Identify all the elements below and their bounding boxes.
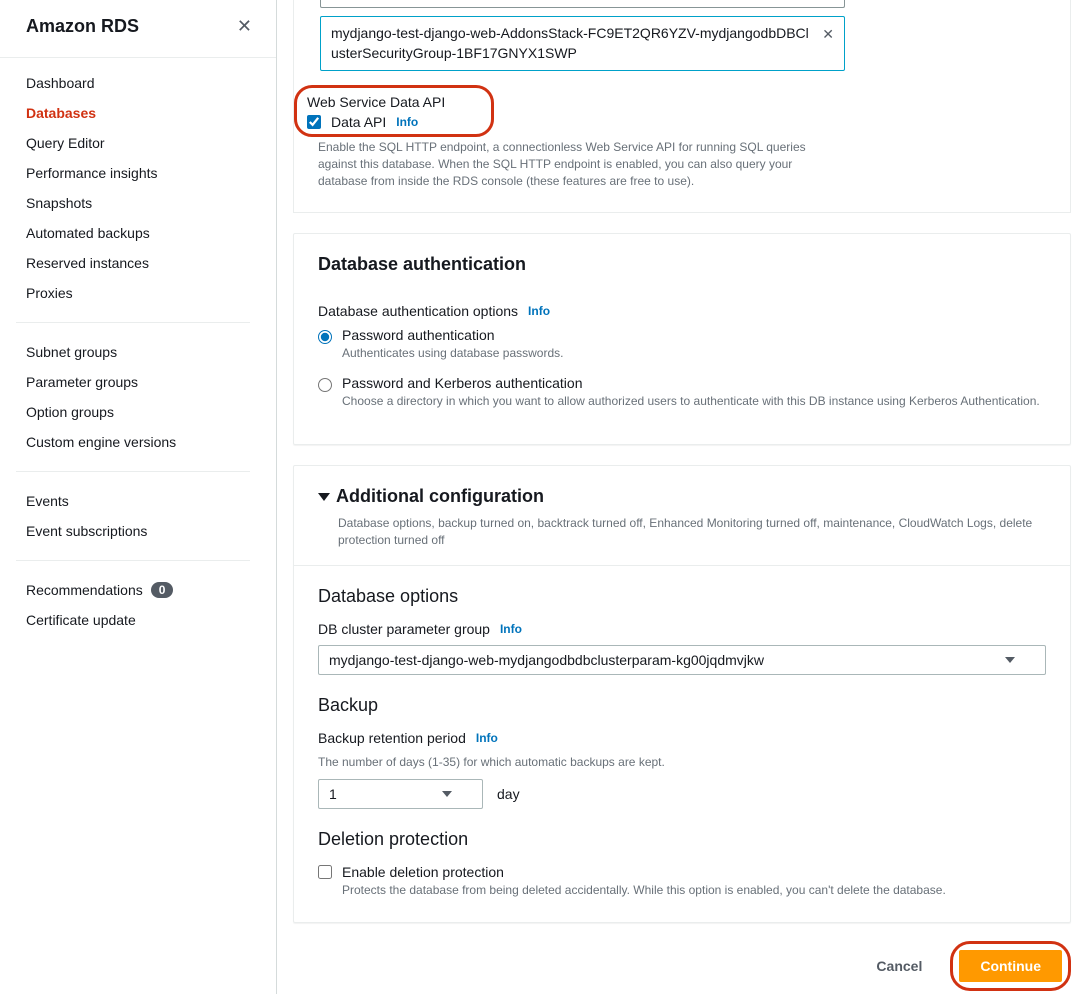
radio-password-auth[interactable] — [318, 330, 332, 344]
divider — [16, 560, 250, 561]
backup-subsection: Backup Backup retention period Info The … — [294, 685, 1070, 819]
highlight-continue: Continue — [950, 941, 1071, 991]
security-group-chip[interactable]: mydjango-test-django-web-AddonsStack-FC9… — [320, 16, 845, 71]
security-group-chip-text: mydjango-test-django-web-AddonsStack-FC9… — [331, 25, 809, 61]
chevron-down-icon — [442, 791, 452, 797]
continue-button[interactable]: Continue — [959, 950, 1062, 982]
sidebar-item-reserved-instances[interactable]: Reserved instances — [0, 248, 276, 278]
data-api-block: Web Service Data API Data API Info Enabl… — [294, 85, 814, 189]
option-body: Password and Kerberos authentication Cho… — [342, 375, 1046, 410]
pg-label-row: DB cluster parameter group Info — [318, 621, 1046, 637]
sidebar-item-event-subscriptions[interactable]: Event subscriptions — [0, 516, 276, 546]
auth-options-label: Database authentication options — [318, 303, 518, 319]
sidebar-nav: Dashboard Databases Query Editor Perform… — [0, 58, 276, 635]
database-options-subsection: Database options DB cluster parameter gr… — [294, 566, 1070, 685]
deletion-checkbox-row: Enable deletion protection — [318, 864, 1046, 880]
data-api-help-text: Enable the SQL HTTP endpoint, a connecti… — [318, 139, 814, 189]
pg-label: DB cluster parameter group — [318, 621, 490, 637]
retention-value: 1 — [329, 786, 337, 802]
parameter-group-select[interactable]: mydjango-test-django-web-mydjangodbdbclu… — [318, 645, 1046, 675]
recommendations-badge: 0 — [151, 582, 174, 598]
password-auth-help: Authenticates using database passwords. — [342, 345, 1046, 362]
auth-option-kerberos[interactable]: Password and Kerberos authentication Cho… — [318, 375, 1046, 410]
brp-help-text: The number of days (1-35) for which auto… — [318, 754, 1046, 771]
sidebar-item-label: Recommendations — [26, 582, 143, 598]
parameter-group-value: mydjango-test-django-web-mydjangodbdbclu… — [329, 652, 764, 668]
kerberos-auth-help: Choose a directory in which you want to … — [342, 393, 1046, 410]
sidebar-item-performance-insights[interactable]: Performance insights — [0, 158, 276, 188]
sidebar-item-recommendations[interactable]: Recommendations 0 — [0, 575, 276, 605]
divider — [16, 322, 250, 323]
cancel-button[interactable]: Cancel — [862, 950, 936, 982]
brp-label-row: Backup retention period Info — [318, 730, 1046, 746]
kerberos-auth-title: Password and Kerberos authentication — [342, 375, 1046, 391]
chip-remove-icon[interactable]: ✕ — [822, 25, 834, 45]
deletion-protection-subsection: Deletion protection Enable deletion prot… — [294, 819, 1070, 923]
connectivity-section-tail: mydjango-test-django-web-AddonsStack-FC9… — [293, 0, 1071, 213]
sidebar-item-events[interactable]: Events — [0, 486, 276, 516]
brp-info-link[interactable]: Info — [476, 731, 498, 745]
additional-configuration-panel: Additional configuration Database option… — [293, 465, 1071, 923]
prev-chip-outline — [320, 0, 845, 8]
data-api-label: Data API — [331, 114, 386, 130]
divider — [16, 471, 250, 472]
additional-config-toggle[interactable]: Additional configuration — [294, 466, 1070, 511]
sidebar-item-automated-backups[interactable]: Automated backups — [0, 218, 276, 248]
auth-info-link[interactable]: Info — [528, 304, 550, 318]
chevron-down-icon — [1005, 657, 1015, 663]
retention-select[interactable]: 1 — [318, 779, 483, 809]
data-api-checkbox-row: Data API Info — [307, 114, 481, 130]
database-options-title: Database options — [318, 586, 1046, 607]
brp-label: Backup retention period — [318, 730, 466, 746]
deletion-protection-title: Deletion protection — [318, 829, 1046, 850]
highlight-data-api: Web Service Data API Data API Info — [294, 85, 494, 137]
deletion-protection-help: Protects the database from being deleted… — [342, 882, 1046, 899]
auth-options-label-row: Database authentication options Info — [318, 303, 1046, 319]
sidebar-item-parameter-groups[interactable]: Parameter groups — [0, 367, 276, 397]
deletion-protection-label: Enable deletion protection — [342, 864, 504, 880]
data-api-heading: Web Service Data API — [307, 94, 481, 110]
main-content: mydjango-test-django-web-AddonsStack-FC9… — [277, 0, 1087, 994]
caret-down-icon — [318, 493, 330, 501]
sidebar-item-databases[interactable]: Databases — [0, 98, 276, 128]
sidebar-item-subnet-groups[interactable]: Subnet groups — [0, 337, 276, 367]
sidebar-item-option-groups[interactable]: Option groups — [0, 397, 276, 427]
service-title: Amazon RDS — [26, 16, 139, 37]
auth-option-password[interactable]: Password authentication Authenticates us… — [318, 327, 1046, 362]
sidebar-item-proxies[interactable]: Proxies — [0, 278, 276, 308]
radio-kerberos-auth[interactable] — [318, 378, 332, 392]
backup-title: Backup — [318, 695, 1046, 716]
auth-title: Database authentication — [318, 254, 1046, 275]
deletion-protection-checkbox[interactable] — [318, 865, 332, 879]
sidebar-item-snapshots[interactable]: Snapshots — [0, 188, 276, 218]
pg-info-link[interactable]: Info — [500, 622, 522, 636]
retention-unit: day — [497, 786, 520, 802]
data-api-info-link[interactable]: Info — [396, 115, 418, 129]
sidebar-item-dashboard[interactable]: Dashboard — [0, 68, 276, 98]
additional-config-title: Additional configuration — [336, 486, 544, 507]
additional-config-summary: Database options, backup turned on, back… — [294, 511, 1070, 565]
sidebar-header: Amazon RDS ✕ — [0, 0, 276, 58]
database-authentication-panel: Database authentication Database authent… — [293, 233, 1071, 446]
sidebar: Amazon RDS ✕ Dashboard Databases Query E… — [0, 0, 277, 994]
close-icon[interactable]: ✕ — [233, 12, 256, 41]
sidebar-item-query-editor[interactable]: Query Editor — [0, 128, 276, 158]
password-auth-title: Password authentication — [342, 327, 1046, 343]
data-api-checkbox[interactable] — [307, 115, 321, 129]
sidebar-item-certificate-update[interactable]: Certificate update — [0, 605, 276, 635]
footer-actions: Cancel Continue — [287, 923, 1077, 994]
sidebar-item-custom-engine-versions[interactable]: Custom engine versions — [0, 427, 276, 457]
option-body: Password authentication Authenticates us… — [342, 327, 1046, 362]
